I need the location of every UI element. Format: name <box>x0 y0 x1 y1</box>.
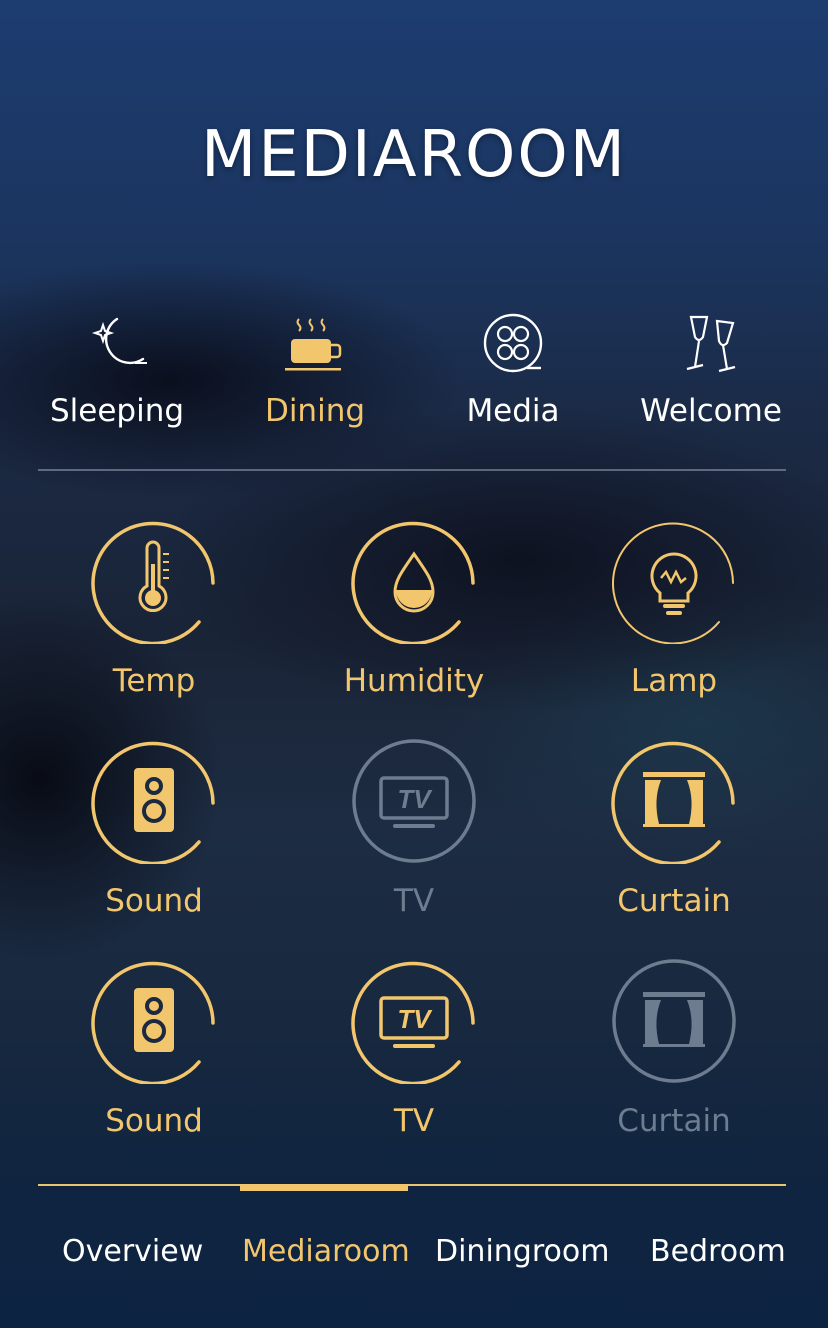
scene-label: Welcome <box>640 393 782 429</box>
moon-stars-icon <box>91 317 147 364</box>
scene-dining[interactable]: Dining <box>216 305 414 435</box>
device-tile-lamp[interactable]: Lamp <box>544 515 804 725</box>
tab-mediaroom[interactable]: Mediaroom <box>242 1234 410 1269</box>
device-grid: Temp Humidity Lamp Sound TV TV Curtain S… <box>24 515 804 1155</box>
tab-overview[interactable]: Overview <box>62 1234 203 1269</box>
device-tile-curtain[interactable]: Curtain <box>544 735 804 945</box>
svg-text:TV: TV <box>397 784 433 814</box>
champagne-glasses-icon <box>686 315 736 373</box>
device-tile-sound[interactable]: Sound <box>24 955 284 1165</box>
coffee-cup-icon <box>285 318 342 371</box>
divider <box>38 469 786 471</box>
device-label: Humidity <box>343 663 485 699</box>
scene-label: Sleeping <box>49 393 185 429</box>
device-label: Temp <box>112 663 196 699</box>
device-label: Sound <box>105 1103 203 1139</box>
svg-text:TV: TV <box>397 1004 433 1034</box>
tab-bar-divider <box>38 1184 786 1186</box>
device-tile-tv[interactable]: TV TV <box>284 735 544 945</box>
device-tile-humidity[interactable]: Humidity <box>284 515 544 725</box>
device-tile-curtain[interactable]: Curtain <box>544 955 804 1165</box>
page-title: MEDIAROOM <box>200 118 628 192</box>
speaker-icon <box>91 741 215 864</box>
speaker-icon <box>91 961 215 1084</box>
room-tab-bar: Overview Mediaroom Diningroom Bedroom <box>30 1234 810 1284</box>
device-tile-temp[interactable]: Temp <box>24 515 284 725</box>
device-label: Lamp <box>630 663 718 699</box>
scene-welcome[interactable]: Welcome <box>612 305 810 435</box>
water-drop-icon <box>351 521 475 644</box>
tab-bedroom[interactable]: Bedroom <box>650 1234 786 1269</box>
device-label: Curtain <box>617 1103 731 1139</box>
tab-diningroom[interactable]: Diningroom <box>435 1234 609 1269</box>
device-label: Curtain <box>617 883 731 919</box>
film-reel-icon <box>483 313 543 373</box>
active-tab-indicator <box>240 1184 408 1191</box>
mediaroom-screen: MEDIAROOM Sleeping Dining Media Welcome … <box>0 0 828 1328</box>
light-bulb-icon <box>612 522 734 644</box>
tv-icon: TV <box>351 961 475 1084</box>
curtain-icon <box>611 741 735 864</box>
device-label: TV <box>393 1103 435 1139</box>
scene-media[interactable]: Media <box>414 305 612 435</box>
device-label: TV <box>393 883 435 919</box>
device-tile-sound[interactable]: Sound <box>24 735 284 945</box>
device-label: Sound <box>105 883 203 919</box>
scene-sleeping[interactable]: Sleeping <box>18 305 216 435</box>
thermometer-icon <box>91 521 215 644</box>
tv-icon: TV <box>352 739 476 863</box>
scene-label: Media <box>466 393 560 429</box>
curtain-icon <box>612 959 736 1083</box>
scene-label: Dining <box>264 393 366 429</box>
device-tile-tv[interactable]: TV TV <box>284 955 544 1165</box>
scene-bar: Sleeping Dining Media Welcome <box>18 305 810 435</box>
